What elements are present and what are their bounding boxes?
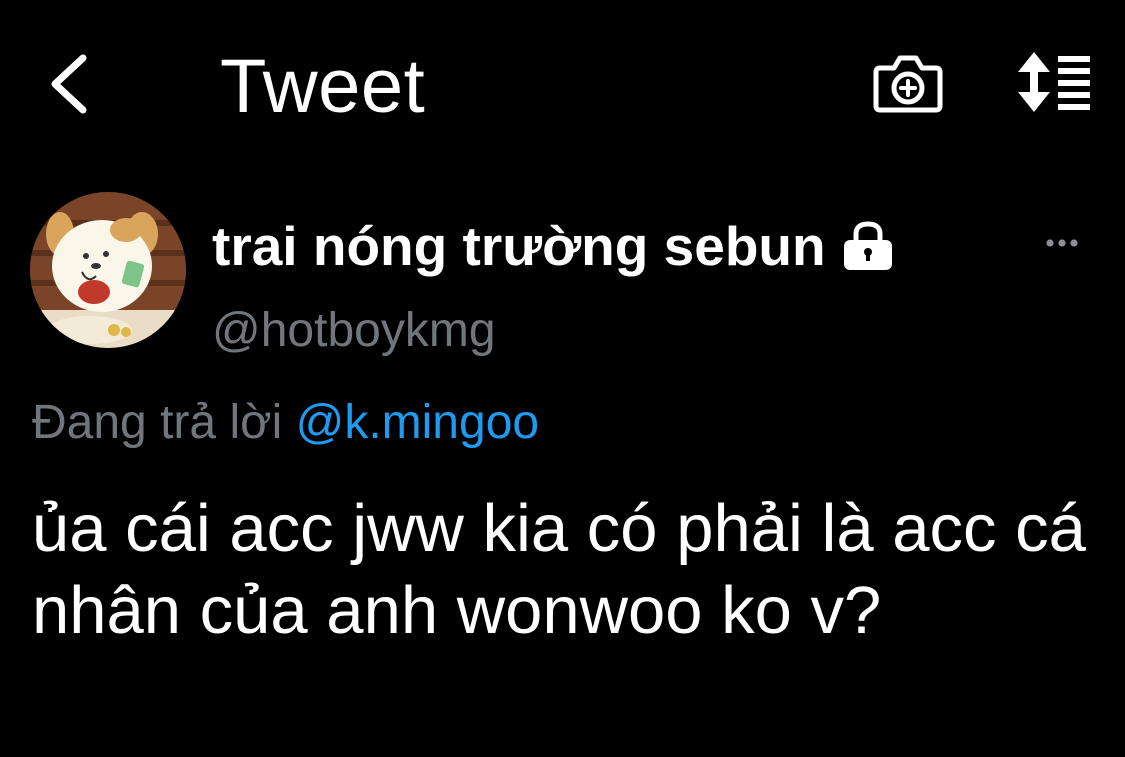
- author-handle[interactable]: @hotboykmg: [212, 302, 496, 360]
- avatar[interactable]: [30, 192, 186, 348]
- more-horizontal-icon: [1046, 239, 1078, 247]
- more-options-button[interactable]: [1030, 226, 1094, 260]
- top-navigation-bar: Tweet: [0, 0, 1125, 170]
- chevron-left-icon: [51, 54, 87, 114]
- camera-button[interactable]: [872, 50, 944, 116]
- sort-list-icon: [1018, 52, 1090, 112]
- reply-mention-link[interactable]: @k.mingoo: [296, 396, 540, 449]
- camera-plus-icon: [873, 55, 943, 113]
- author-display-name[interactable]: trai nóng trường sebun: [212, 214, 826, 278]
- reply-context-prefix: Đang trả lời: [32, 396, 283, 449]
- page-title: Tweet: [220, 44, 426, 129]
- cartoon-dog-avatar: [30, 192, 186, 348]
- lock-icon: [843, 221, 892, 270]
- reply-context: Đang trả lời @k.mingoo: [32, 394, 539, 452]
- author-name-row: trai nóng trường sebun: [212, 214, 896, 278]
- tweet-text: ủa cái acc jww kia có phải là acc cá nhâ…: [32, 491, 1105, 648]
- sort-replies-button[interactable]: [1010, 50, 1094, 116]
- back-button[interactable]: [38, 48, 98, 120]
